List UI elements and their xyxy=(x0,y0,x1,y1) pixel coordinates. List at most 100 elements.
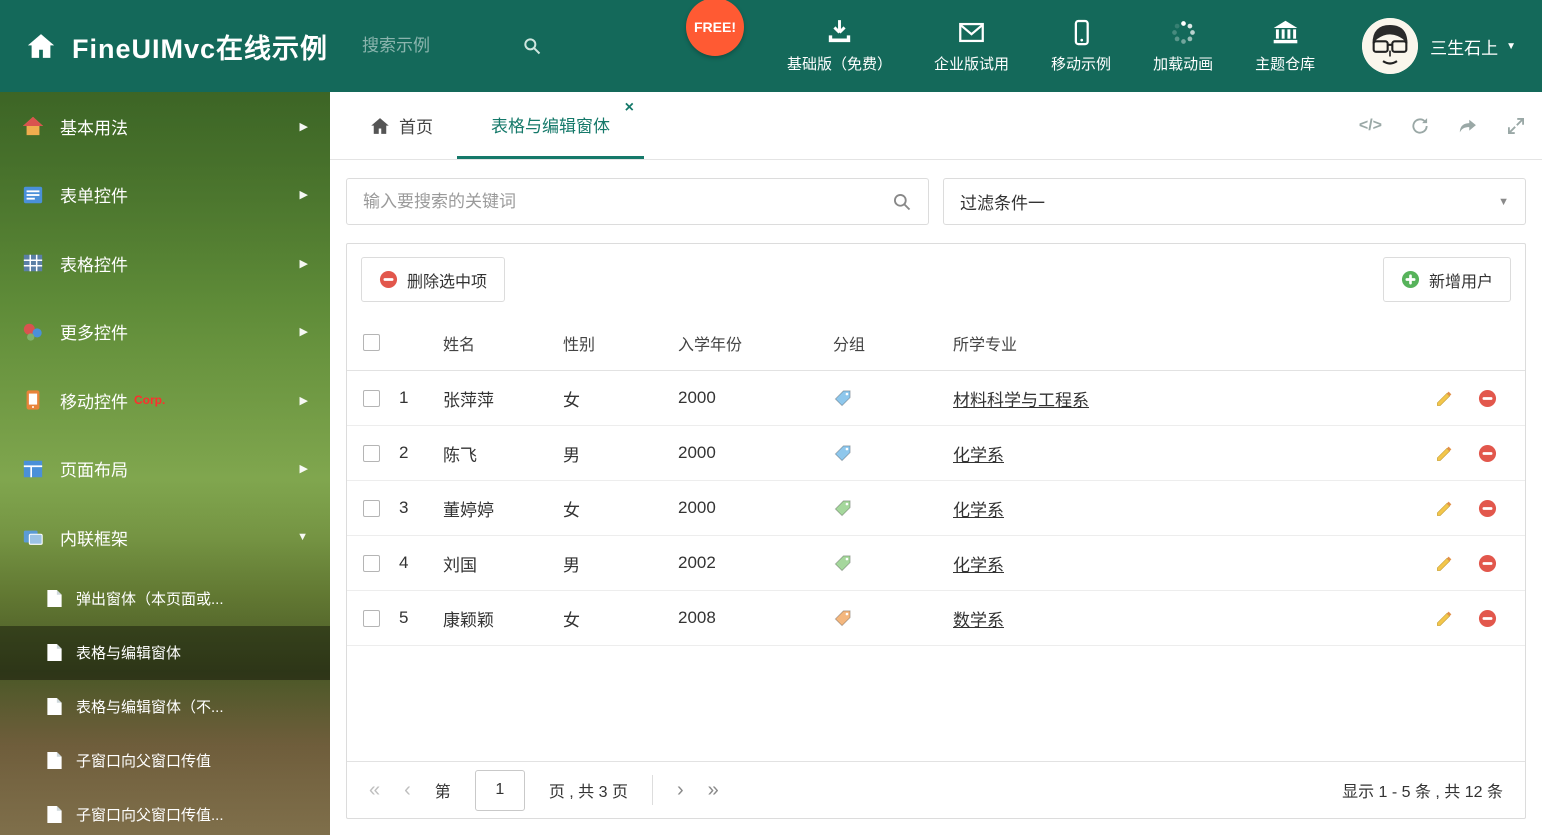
grid-toolbar: 删除选中项 新增用户 xyxy=(347,244,1525,315)
major-link[interactable]: 化学系 xyxy=(953,501,1004,520)
table-row[interactable]: 2 陈飞 男 2000 化学系 xyxy=(347,426,1525,481)
row-checkbox[interactable] xyxy=(363,499,380,517)
sidebar-item-label: 更多控件 xyxy=(60,324,128,344)
row-checkbox[interactable] xyxy=(363,444,380,462)
current-page-input[interactable]: 1 xyxy=(474,769,525,811)
next-page-button[interactable]: › xyxy=(677,779,684,802)
cell-year: 2000 xyxy=(678,388,716,407)
pager-divider xyxy=(651,775,653,805)
sidebar-item-basic-usage[interactable]: 基本用法 ▶ xyxy=(0,92,330,161)
bank-icon xyxy=(1273,20,1297,43)
sidebar-item-form-controls[interactable]: 表单控件 ▶ xyxy=(0,161,330,230)
major-link[interactable]: 化学系 xyxy=(953,556,1004,575)
pagination-summary: 显示 1 - 5 条 , 共 12 条 xyxy=(1342,784,1503,801)
header-nav: 基础版（免费） 企业版试用 移动示例 加载动画 主题仓库 xyxy=(766,19,1336,74)
source-code-icon[interactable]: </> xyxy=(1359,117,1382,135)
table-row[interactable]: 5 康颖颖 女 2008 数学系 xyxy=(347,591,1525,646)
nav-theme-repo[interactable]: 主题仓库 xyxy=(1255,19,1315,74)
tab-bar: 首页 表格与编辑窗体 × </> xyxy=(330,92,1542,160)
edit-icon[interactable] xyxy=(1435,554,1454,573)
corp-badge: Corp. xyxy=(134,393,166,408)
delete-icon[interactable] xyxy=(1478,554,1497,573)
sidebar-item-grid-controls[interactable]: 表格控件 ▶ xyxy=(0,229,330,298)
delete-icon[interactable] xyxy=(1478,499,1497,518)
header-search xyxy=(362,36,572,56)
file-icon xyxy=(47,751,62,770)
row-checkbox[interactable] xyxy=(363,609,380,627)
nav-enterprise-trial[interactable]: 企业版试用 xyxy=(934,19,1009,74)
close-icon[interactable]: × xyxy=(625,100,634,116)
tag-icon xyxy=(833,444,852,463)
table-row[interactable]: 3 董婷婷 女 2000 化学系 xyxy=(347,481,1525,536)
cell-gender: 女 xyxy=(563,500,580,520)
cell-gender: 男 xyxy=(563,555,580,575)
major-link[interactable]: 数学系 xyxy=(953,611,1004,630)
expand-icon[interactable] xyxy=(1506,116,1526,136)
major-link[interactable]: 化学系 xyxy=(953,446,1004,465)
table-row[interactable]: 1 张萍萍 女 2000 材料科学与工程系 xyxy=(347,371,1525,426)
sidebar-item-more-controls[interactable]: 更多控件 ▶ xyxy=(0,298,330,367)
header-search-input[interactable] xyxy=(362,36,523,56)
delete-icon[interactable] xyxy=(1478,444,1497,463)
tab-label: 首页 xyxy=(399,118,433,137)
chevron-down-icon: ▼ xyxy=(297,531,308,544)
refresh-icon[interactable] xyxy=(1410,116,1430,136)
edit-icon[interactable] xyxy=(1435,499,1454,518)
chevron-right-icon: ▶ xyxy=(299,189,308,202)
edit-icon[interactable] xyxy=(1435,389,1454,408)
delete-icon[interactable] xyxy=(1478,389,1497,408)
edit-icon[interactable] xyxy=(1435,444,1454,463)
row-checkbox[interactable] xyxy=(363,389,380,407)
search-icon[interactable] xyxy=(892,192,912,212)
tab-home[interactable]: 首页 xyxy=(346,92,457,159)
keyword-search-input[interactable] xyxy=(363,191,892,212)
cell-year: 2000 xyxy=(678,498,716,517)
keyword-search xyxy=(346,178,929,225)
row-checkbox[interactable] xyxy=(363,554,380,572)
share-icon[interactable] xyxy=(1458,116,1478,136)
search-icon[interactable] xyxy=(522,36,542,56)
sidebar-subitem-child-to-parent-2[interactable]: 子窗口向父窗口传值... xyxy=(0,788,330,835)
bubbles-icon xyxy=(23,323,42,341)
tag-icon xyxy=(833,499,852,518)
nav-loading-animation[interactable]: 加载动画 xyxy=(1153,19,1213,74)
sidebar-item-page-layout[interactable]: 页面布局 ▶ xyxy=(0,435,330,504)
chevron-right-icon: ▶ xyxy=(299,463,308,476)
row-number: 2 xyxy=(399,443,409,462)
add-user-button[interactable]: 新增用户 xyxy=(1382,257,1511,302)
cell-gender: 女 xyxy=(563,390,580,410)
filter-dropdown[interactable]: 过滤条件一 ▼ xyxy=(943,178,1526,225)
user-menu[interactable]: 三生石上 ▼ xyxy=(1362,18,1516,74)
home-icon[interactable] xyxy=(26,31,56,61)
nav-label: 移动示例 xyxy=(1051,55,1112,73)
grid-panel: 删除选中项 新增用户 姓名 性别 入学年份 分组 所学专业 1 张萍萍 女 20… xyxy=(346,243,1526,819)
tab-grid-edit-window[interactable]: 表格与编辑窗体 × xyxy=(457,92,644,159)
row-number: 1 xyxy=(399,388,409,407)
first-page-button[interactable]: « xyxy=(369,779,380,802)
sidebar-subitem-popup-window[interactable]: 弹出窗体（本页面或... xyxy=(0,572,330,626)
sidebar-subitem-grid-edit-window[interactable]: 表格与编辑窗体 xyxy=(0,625,330,680)
nav-label: 加载动画 xyxy=(1153,55,1214,73)
nav-mobile-demo[interactable]: 移动示例 xyxy=(1051,19,1111,74)
row-number: 3 xyxy=(399,498,409,517)
table-row[interactable]: 4 刘国 男 2002 化学系 xyxy=(347,536,1525,591)
sidebar-item-mobile-controls[interactable]: 移动控件 Corp. ▶ xyxy=(0,366,330,435)
prev-page-button[interactable]: ‹ xyxy=(404,779,411,802)
layout-icon xyxy=(23,460,43,477)
select-all-checkbox[interactable] xyxy=(363,334,380,351)
cell-name: 康颖颖 xyxy=(443,610,494,630)
sidebar-subitem-child-to-parent[interactable]: 子窗口向父窗口传值 xyxy=(0,734,330,788)
sidebar-item-iframe[interactable]: 内联框架 ▼ xyxy=(0,503,330,572)
file-icon xyxy=(47,697,62,716)
edit-icon[interactable] xyxy=(1435,609,1454,628)
app-title: FineUIMvc在线示例 xyxy=(72,33,329,64)
delete-icon[interactable] xyxy=(1478,609,1497,628)
sidebar-subitem-grid-edit-window-2[interactable]: 表格与编辑窗体（不... xyxy=(0,680,330,734)
file-icon xyxy=(47,589,62,608)
chevron-right-icon: ▶ xyxy=(299,326,308,339)
nav-basic-free[interactable]: 基础版（免费） xyxy=(787,19,892,74)
cell-name: 董婷婷 xyxy=(443,500,494,520)
last-page-button[interactable]: » xyxy=(708,779,719,802)
major-link[interactable]: 材料科学与工程系 xyxy=(953,391,1089,410)
delete-selected-button[interactable]: 删除选中项 xyxy=(361,257,506,302)
